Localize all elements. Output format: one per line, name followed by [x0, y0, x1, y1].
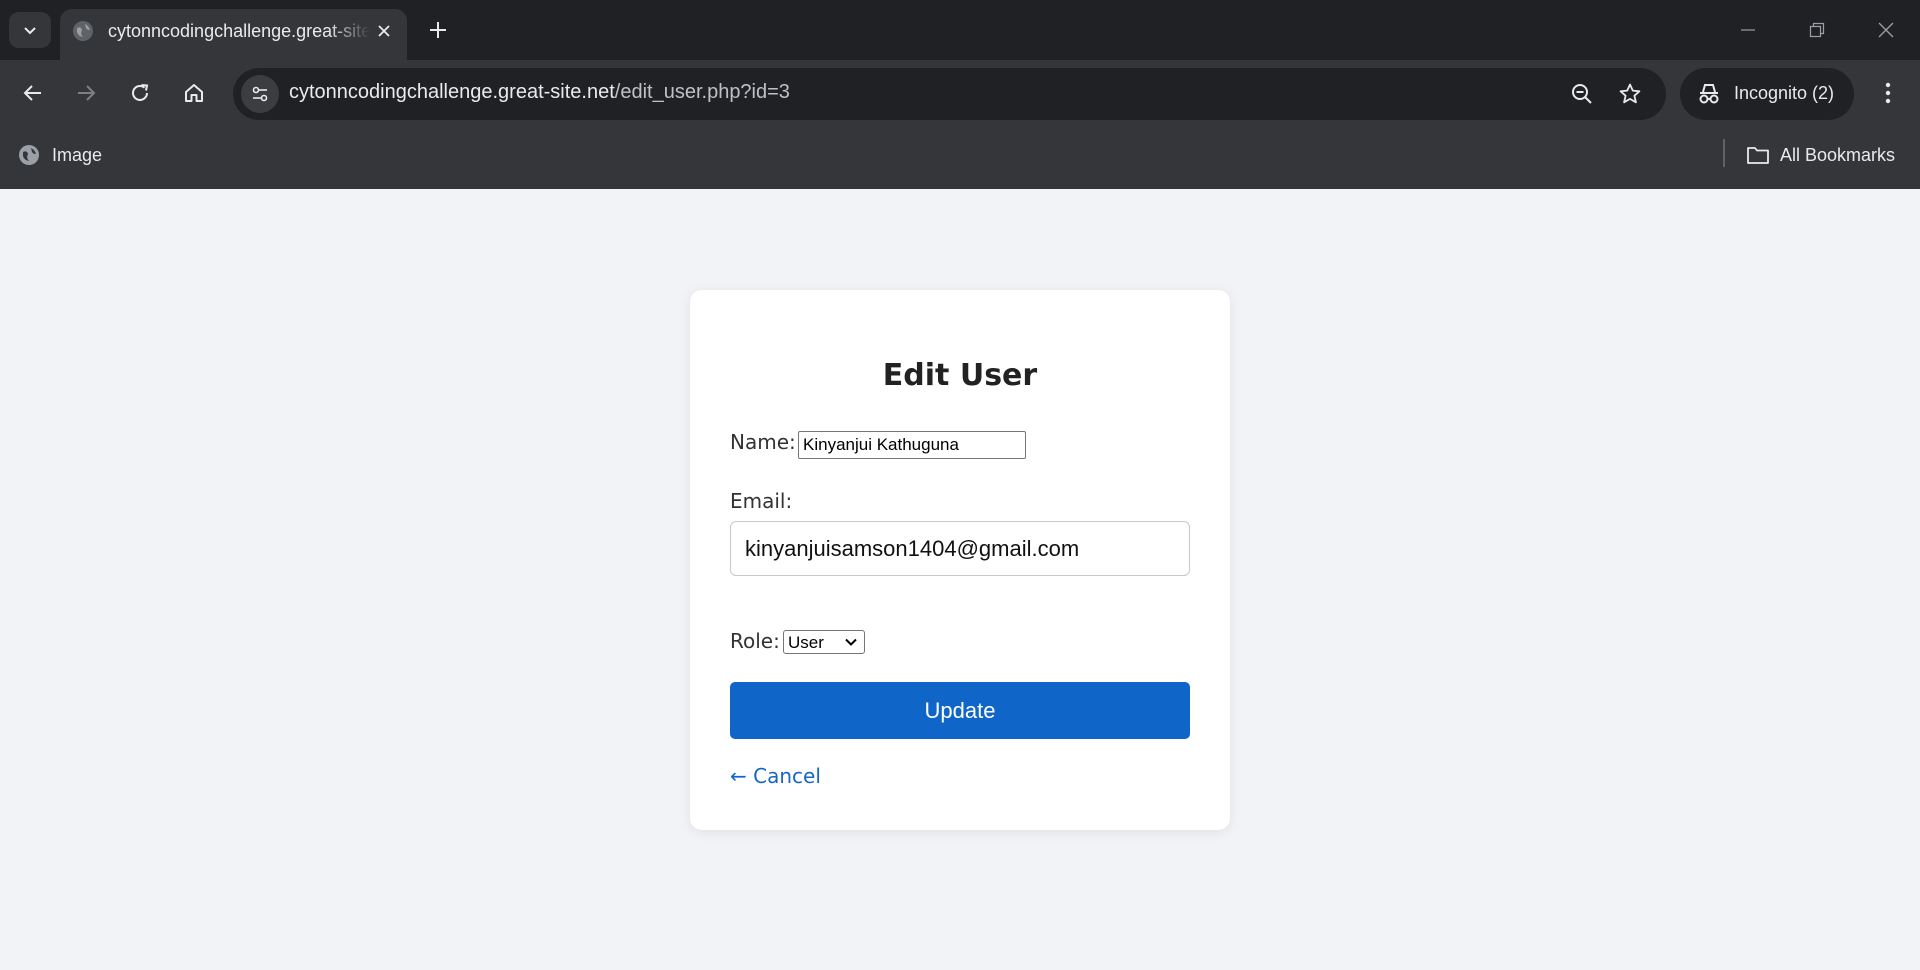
browser-toolbar: cytonncodingchallenge.great-site.net/edi… [0, 60, 1920, 189]
forward-button[interactable] [66, 73, 106, 113]
update-button[interactable]: Update [730, 682, 1190, 739]
incognito-profile-button[interactable]: Incognito (2) [1680, 68, 1854, 120]
edit-user-card: Edit User Name: Email: Role: User Update… [690, 290, 1230, 830]
bookmarks-divider [1723, 139, 1725, 167]
arrow-left-icon [23, 85, 41, 101]
folder-icon [1747, 147, 1769, 164]
tab-title: cytonncodingchallenge.great-site.net/edi… [108, 21, 370, 41]
email-input[interactable] [730, 521, 1190, 576]
zoom-out-icon [1572, 84, 1592, 104]
minimize-icon [1741, 29, 1755, 31]
url-path: /edit_user.php?id=3 [614, 81, 790, 103]
name-label: Name: [730, 430, 796, 454]
home-icon [185, 84, 203, 102]
more-vert-icon [1885, 82, 1891, 104]
zoom-button[interactable] [1566, 78, 1598, 110]
site-info-button[interactable] [241, 75, 279, 113]
profile-label: Incognito (2) [1734, 83, 1835, 103]
browser-menu-button[interactable] [1868, 73, 1908, 113]
star-icon [1619, 83, 1641, 104]
globe-icon [19, 145, 39, 165]
restore-icon [1809, 22, 1825, 38]
name-input[interactable] [798, 431, 1026, 459]
close-icon [1878, 22, 1894, 38]
url-text: cytonncodingchallenge.great-site.net/edi… [289, 81, 790, 104]
all-bookmarks-button[interactable]: All Bookmarks [1746, 139, 1895, 171]
browser-tab-active[interactable]: cytonncodingchallenge.great-site.net/edi… [60, 9, 407, 60]
incognito-icon [1699, 84, 1719, 104]
all-bookmarks-label: All Bookmarks [1780, 144, 1896, 165]
back-button[interactable] [13, 73, 53, 113]
home-button[interactable] [174, 73, 214, 113]
plus-icon [430, 22, 446, 38]
bookmark-image[interactable]: Image [18, 139, 102, 171]
restore-button[interactable] [1797, 10, 1837, 50]
globe-icon [73, 21, 93, 41]
chevron-down-icon [24, 27, 36, 35]
chevron-down-icon [845, 638, 857, 646]
tab-close-button[interactable] [372, 19, 396, 43]
close-window-button[interactable] [1866, 10, 1906, 50]
email-label: Email: [730, 489, 793, 513]
close-icon [378, 25, 390, 37]
address-bar[interactable]: cytonncodingchallenge.great-site.net/edi… [233, 68, 1666, 120]
reload-button[interactable] [120, 73, 160, 113]
role-selected-value: User [788, 633, 824, 652]
bookmark-label: Image [52, 144, 103, 165]
new-tab-button[interactable] [421, 13, 455, 47]
bookmark-star-button[interactable] [1614, 78, 1646, 110]
browser-title-bar: cytonncodingchallenge.great-site.net/edi… [0, 0, 1920, 60]
cancel-link[interactable]: ← Cancel [730, 764, 821, 788]
arrow-right-icon [78, 85, 96, 101]
reload-icon [132, 84, 149, 101]
url-host: cytonncodingchallenge.great-site.net [289, 81, 615, 103]
tab-search-button[interactable] [9, 12, 51, 48]
page-title: Edit User [882, 358, 1038, 393]
role-label: Role: [730, 629, 780, 653]
role-select[interactable]: User [783, 630, 865, 654]
minimize-button[interactable] [1728, 10, 1768, 50]
tune-icon [252, 86, 268, 102]
